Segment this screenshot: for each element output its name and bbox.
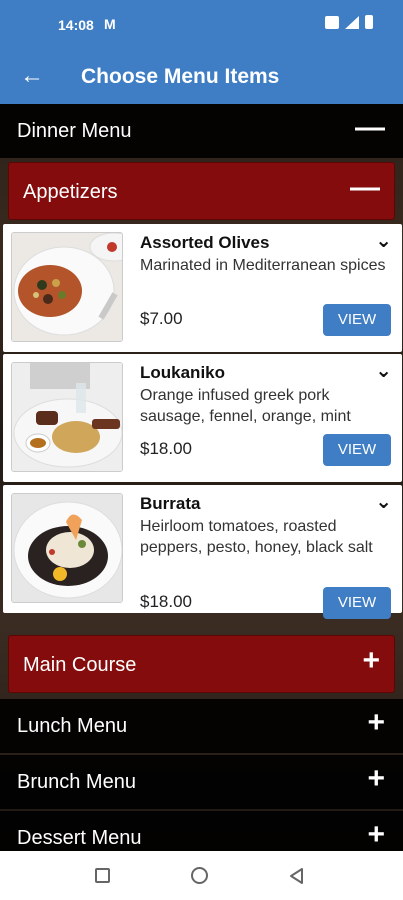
item-image (11, 362, 123, 472)
view-button[interactable]: VIEW (323, 434, 391, 466)
sim-icon (325, 15, 339, 29)
chevron-down-icon[interactable]: ⌄ (375, 491, 392, 513)
item-price: $7.00 (140, 309, 183, 328)
status-icons (325, 15, 373, 29)
chevron-down-icon[interactable]: ⌄ (375, 360, 392, 382)
item-price: $18.00 (140, 592, 192, 611)
item-description: Orange infused greek pork sausage, fenne… (140, 387, 351, 425)
category-header-main-course[interactable]: Main Course + (8, 635, 395, 693)
category-header-appetizers[interactable]: Appetizers — (8, 162, 395, 220)
expand-icon[interactable]: + (367, 708, 385, 738)
recents-icon[interactable] (95, 868, 110, 883)
item-description: Marinated in Mediterranean spices (140, 257, 386, 274)
menu-item-card[interactable]: Loukaniko ⌄ Orange infused greek pork sa… (3, 354, 402, 482)
item-price: $18.00 (140, 439, 192, 458)
menu-header-label: Brunch Menu (17, 771, 136, 793)
gmail-icon: M (104, 16, 116, 32)
status-bar: 14:08 M (0, 0, 403, 52)
menu-header-label: Dinner Menu (17, 120, 132, 142)
page-title: Choose Menu Items (81, 65, 280, 88)
view-button[interactable]: VIEW (323, 587, 391, 619)
collapse-icon[interactable]: — (355, 113, 385, 143)
system-nav-bar (0, 851, 403, 900)
item-name: Assorted Olives (140, 233, 270, 252)
menu-header-label: Lunch Menu (17, 715, 128, 737)
status-time: 14:08 (58, 17, 94, 33)
expand-icon[interactable]: + (367, 764, 385, 794)
menu-item-card[interactable]: Burrata ⌄ Heirloom tomatoes, roasted pep… (3, 485, 402, 619)
view-button[interactable]: VIEW (323, 304, 391, 336)
home-icon[interactable] (191, 867, 208, 884)
menu-header-brunch[interactable]: Brunch Menu + (0, 755, 403, 809)
expand-icon[interactable]: + (362, 646, 380, 676)
menu-content[interactable]: Dinner Menu — Appetizers — Assorted Oliv… (0, 104, 403, 851)
menu-item-card[interactable]: Assorted Olives ⌄ Marinated in Mediterra… (3, 224, 402, 352)
item-name: Loukaniko (140, 363, 226, 382)
category-label: Appetizers (23, 181, 118, 203)
item-name: Burrata (140, 494, 201, 513)
item-image (11, 493, 123, 603)
back-icon[interactable] (288, 867, 304, 890)
menu-header-dessert[interactable]: Dessert Menu + (0, 811, 403, 851)
collapse-icon[interactable]: — (350, 173, 380, 203)
chevron-down-icon[interactable]: ⌄ (375, 230, 392, 252)
battery-icon (365, 15, 373, 29)
menu-header-label: Dessert Menu (17, 827, 142, 849)
menu-header-dinner[interactable]: Dinner Menu — (0, 104, 403, 158)
item-image (11, 232, 123, 342)
item-description: Heirloom tomatoes, roasted peppers, pest… (140, 518, 373, 556)
menu-header-lunch[interactable]: Lunch Menu + (0, 699, 403, 753)
expand-icon[interactable]: + (367, 820, 385, 850)
signal-icon (345, 15, 359, 29)
category-label: Main Course (23, 654, 137, 676)
back-arrow-icon[interactable]: ← (20, 62, 44, 90)
app-bar: ← Choose Menu Items (0, 52, 403, 104)
